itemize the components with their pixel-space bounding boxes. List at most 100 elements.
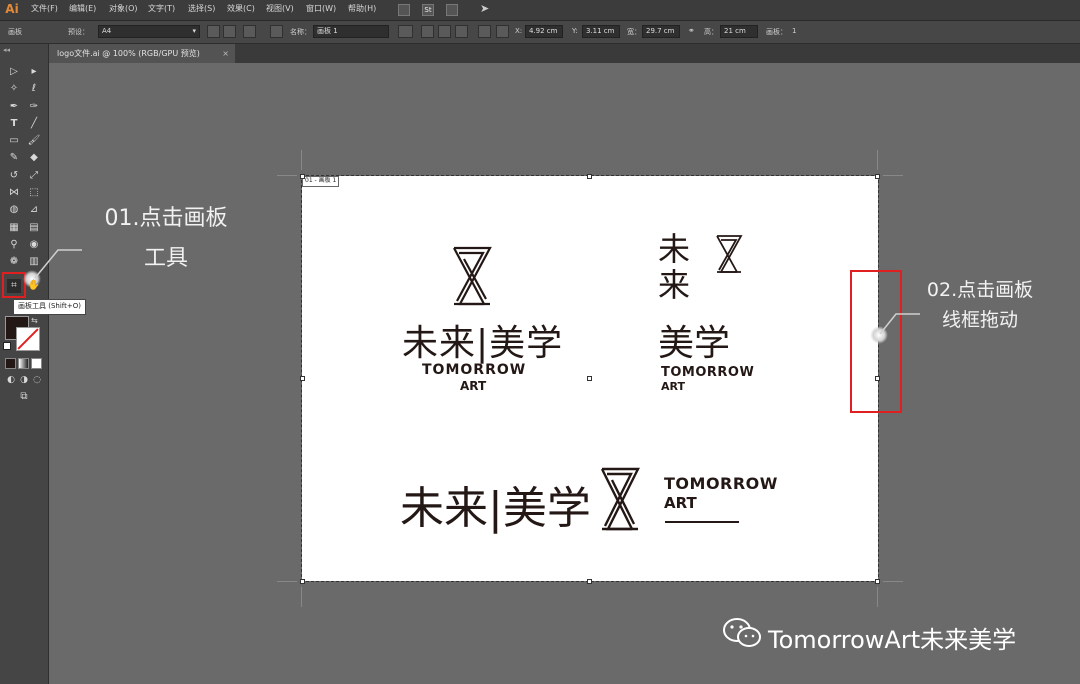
crop-mark [301, 587, 302, 607]
preset-value: A4 [102, 27, 112, 35]
crop-mark [883, 175, 903, 176]
width-field[interactable]: 29.7 cm [642, 25, 680, 38]
crop-mark [301, 150, 302, 170]
crop-mark [877, 587, 878, 607]
portrait-icon[interactable] [207, 25, 220, 38]
change-screen-mode-icon[interactable]: ⧉ [17, 390, 31, 404]
center-point-handle[interactable] [587, 376, 592, 381]
watermark-text: TomorrowArt未来美学 [768, 626, 1017, 654]
width-label: 宽： [627, 28, 641, 36]
eyedropper-tool-icon[interactable]: ⚲ [7, 238, 21, 252]
shape-builder-tool-icon[interactable]: ◍ [7, 203, 21, 217]
menu-select[interactable]: 选择(S) [188, 3, 215, 14]
perspective-grid-tool-icon[interactable]: ⊿ [27, 203, 41, 217]
line-tool-icon[interactable]: ╱ [27, 117, 41, 131]
type-tool-icon[interactable]: T [7, 117, 21, 131]
draw-behind-icon[interactable]: ◑ [17, 373, 31, 387]
rectangle-tool-icon[interactable]: ▭ [7, 134, 21, 148]
logo-chinese-name: 未来|美学 [402, 323, 564, 364]
show-center-mark-icon[interactable] [421, 25, 434, 38]
resize-handle[interactable] [875, 579, 880, 584]
gpu-performance-icon[interactable]: ➤ [480, 2, 489, 15]
stroke-swatch[interactable] [16, 327, 40, 351]
logo-vertical-char2: 来 [658, 266, 691, 304]
gradient-tool-icon[interactable]: ▤ [27, 221, 41, 235]
default-fill-stroke-icon[interactable] [3, 342, 11, 350]
landscape-icon[interactable] [223, 25, 236, 38]
selection-tool-icon[interactable]: ▷ [7, 65, 21, 79]
logo-english-line1: TOMORROW [422, 362, 527, 378]
crop-mark [877, 150, 878, 170]
artboard-name-field[interactable]: 画板 1 [313, 25, 389, 38]
menu-edit[interactable]: 编辑(E) [69, 3, 96, 14]
preset-select[interactable]: A4 ▾ [98, 25, 200, 38]
x-field[interactable]: 4.92 cm [525, 25, 563, 38]
collapse-panel-icon[interactable]: ◂◂ [3, 46, 10, 54]
menu-window[interactable]: 窗口(W) [306, 3, 336, 14]
resize-handle[interactable] [300, 376, 305, 381]
scale-tool-icon[interactable]: ⤢ [27, 169, 41, 183]
logo-horizontal-chinese-name: 未来|美学 [400, 483, 591, 534]
pen-tool-icon[interactable]: ✒ [7, 100, 21, 114]
logo-horizontal-english-line2: ART [664, 494, 697, 512]
symbol-sprayer-tool-icon[interactable]: ❁ [7, 255, 21, 269]
gradient-mode-icon[interactable] [18, 358, 29, 369]
curvature-tool-icon[interactable]: ✑ [27, 100, 41, 114]
tool-tooltip: 画板工具 (Shift+O) [13, 299, 86, 315]
menu-effect[interactable]: 效果(C) [227, 3, 255, 14]
eraser-tool-icon[interactable]: ◆ [27, 151, 41, 165]
show-cross-hairs-icon[interactable] [438, 25, 451, 38]
annotation-step1-line1: 01.点击画板 [104, 206, 228, 231]
color-mode-icon[interactable] [5, 358, 16, 369]
artboard-options-icon[interactable] [478, 25, 491, 38]
x-label: X: [515, 27, 523, 35]
show-video-safe-icon[interactable] [455, 25, 468, 38]
annotation-pointer-1 [34, 249, 82, 279]
constrain-proportions-icon[interactable]: ⚭ [688, 26, 695, 35]
logo-vertical-english-line1: TOMORROW [661, 365, 755, 380]
draw-inside-icon[interactable]: ◌ [30, 373, 44, 387]
direct-selection-tool-icon[interactable]: ▸ [27, 65, 41, 79]
menu-view[interactable]: 视图(V) [266, 3, 294, 14]
lasso-tool-icon[interactable]: ℓ [27, 82, 41, 96]
rotate-tool-icon[interactable]: ↺ [7, 169, 21, 183]
name-label: 名称： [290, 28, 311, 36]
stock-icon[interactable]: St [422, 4, 434, 16]
menu-type[interactable]: 文字(T) [148, 3, 175, 14]
crop-mark [277, 581, 297, 582]
resize-handle[interactable] [875, 174, 880, 179]
resize-handle[interactable] [300, 174, 305, 179]
paintbrush-tool-icon[interactable]: 🖌 [27, 134, 41, 148]
logo-vertical-char1: 未 [658, 230, 691, 268]
app-logo: Ai [5, 2, 19, 16]
menu-file[interactable]: 文件(F) [31, 3, 58, 14]
close-icon[interactable]: × [222, 44, 229, 63]
free-transform-tool-icon[interactable]: ⬚ [27, 186, 41, 200]
y-field[interactable]: 3.11 cm [582, 25, 620, 38]
shaper-tool-icon[interactable]: ✎ [7, 151, 21, 165]
move-copy-artwork-icon[interactable] [398, 25, 413, 38]
height-field[interactable]: 21 cm [720, 25, 758, 38]
width-tool-icon[interactable]: ⋈ [7, 186, 21, 200]
magic-wand-tool-icon[interactable]: ✧ [7, 82, 21, 96]
resize-handle[interactable] [587, 174, 592, 179]
menu-object[interactable]: 对象(O) [109, 3, 138, 14]
document-tab[interactable]: logo文件.ai @ 100% (RGB/GPU 预览) × [49, 44, 235, 63]
draw-normal-icon[interactable]: ◐ [4, 373, 18, 387]
annotation-step2-line2: 线框拖动 [941, 309, 1018, 331]
menu-bar: Ai 文件(F) 编辑(E) 对象(O) 文字(T) 选择(S) 效果(C) 视… [0, 0, 1080, 21]
height-label: 高： [704, 28, 718, 36]
bridge-icon[interactable] [398, 4, 410, 16]
new-artboard-icon[interactable] [243, 25, 256, 38]
none-mode-icon[interactable] [31, 358, 42, 369]
delete-artboard-icon[interactable] [270, 25, 283, 38]
mesh-tool-icon[interactable]: ▦ [7, 221, 21, 235]
control-bar: 画板 预设： A4 ▾ 名称： 画板 1 X: 4.92 cm Y: 3.11 … [0, 21, 1080, 44]
resize-handle[interactable] [587, 579, 592, 584]
reference-point-icon[interactable] [496, 25, 509, 38]
resize-handle[interactable] [300, 579, 305, 584]
logo-vertical-part2: 美学 [658, 323, 731, 364]
swap-fill-stroke-icon[interactable]: ⇆ [31, 316, 38, 325]
menu-help[interactable]: 帮助(H) [348, 3, 376, 14]
arrange-documents-icon[interactable] [446, 4, 458, 16]
